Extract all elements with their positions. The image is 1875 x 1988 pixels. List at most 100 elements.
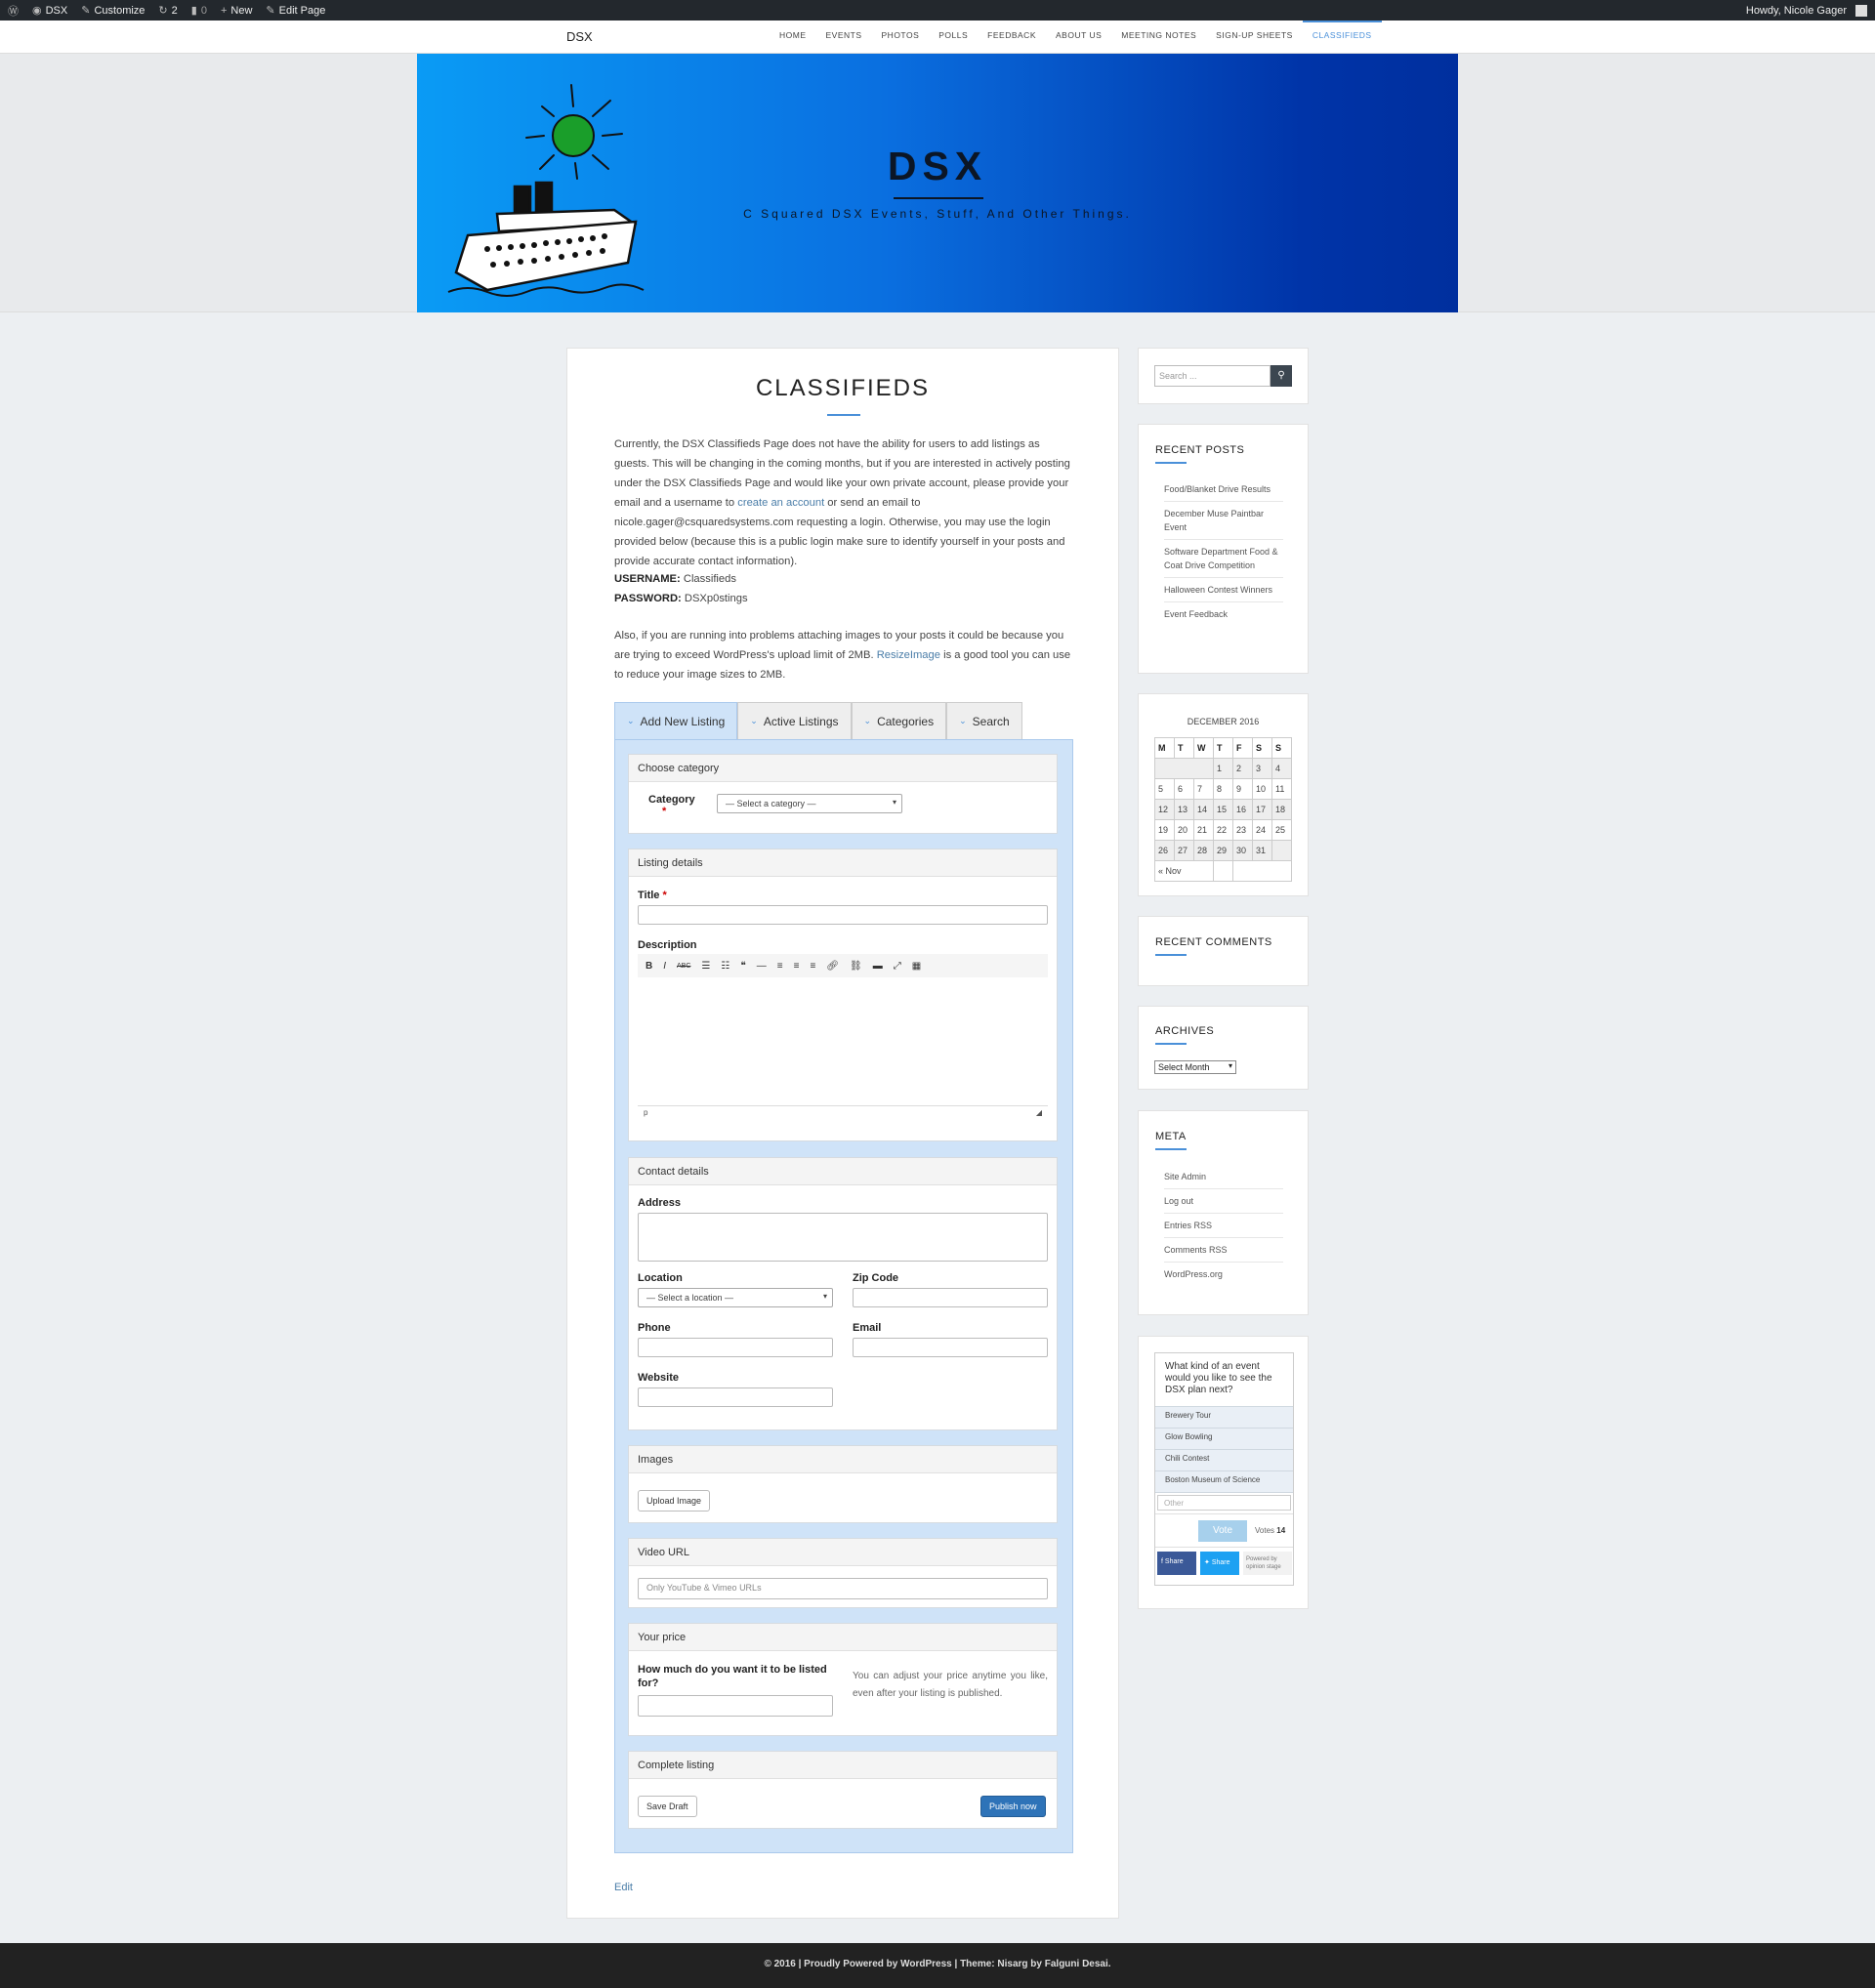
address-textarea[interactable] — [638, 1213, 1048, 1262]
admin-site-link[interactable]: ◉ DSX — [32, 4, 67, 18]
menu-item-polls[interactable]: POLLS — [929, 21, 978, 54]
list-item[interactable]: Comments RSS — [1164, 1238, 1283, 1263]
email-input[interactable] — [853, 1338, 1048, 1357]
list-item[interactable]: Event Feedback — [1164, 602, 1283, 626]
link-icon[interactable]: 🔗︎ — [826, 961, 839, 972]
site-title[interactable]: DSX — [417, 144, 1458, 189]
phone-input[interactable] — [638, 1338, 833, 1357]
align-right-icon[interactable]: ≡ — [810, 961, 815, 972]
tab-search[interactable]: ⌄ Search — [946, 702, 1022, 739]
admin-bar: Ⓦ ◉ DSX ✎ Customize ↻ 2 ▮ 0 + New ✎ Edit Page … — [0, 0, 1875, 21]
title-input[interactable] — [638, 905, 1048, 925]
create-account-link[interactable]: create an account — [737, 497, 824, 509]
editor-path: p ◢ — [644, 1108, 1042, 1117]
list-item[interactable]: Food/Blanket Drive Results — [1164, 477, 1283, 502]
list-item[interactable]: Log out — [1164, 1189, 1283, 1214]
menu-item-photos[interactable]: PHOTOS — [872, 21, 930, 54]
bold-icon[interactable]: B — [646, 961, 652, 972]
tab-active-listings[interactable]: ⌄ Active Listings — [737, 702, 852, 739]
list-item[interactable]: Halloween Contest Winners — [1164, 578, 1283, 602]
plus-icon: + — [220, 4, 228, 17]
archives-select[interactable]: Select Month ▾ — [1154, 1060, 1236, 1074]
category-select[interactable]: — Select a category — ▾ — [717, 794, 902, 813]
menu-item-feedback[interactable]: FEEDBACK — [978, 21, 1046, 54]
tab-add-new-listing[interactable]: ⌄ Add New Listing — [614, 702, 738, 739]
page-title-underline — [827, 414, 860, 416]
poll-option[interactable]: Boston Museum of Science — [1155, 1470, 1293, 1492]
description-label: Description — [638, 939, 697, 951]
poll-box: What kind of an event would you like to … — [1154, 1352, 1294, 1586]
title-label: Title * — [638, 890, 667, 901]
zip-code-input[interactable] — [853, 1288, 1048, 1307]
edit-page-link[interactable]: Edit — [614, 1882, 633, 1893]
facebook-icon: f — [1161, 1558, 1163, 1565]
list-item[interactable]: Entries RSS — [1164, 1214, 1283, 1238]
admin-new-link[interactable]: + New — [221, 5, 252, 17]
menu-item-events[interactable]: EVENTS — [816, 21, 872, 54]
resize-image-link[interactable]: ResizeImage — [877, 649, 940, 661]
align-center-icon[interactable]: ≡ — [794, 961, 800, 972]
video-url-input[interactable]: Only YouTube & Vimeo URLs — [638, 1578, 1048, 1599]
menu-item-about-us[interactable]: ABOUT US — [1046, 21, 1111, 54]
publish-button[interactable]: Publish now — [980, 1796, 1046, 1817]
menu-item-meeting-notes[interactable]: MEETING NOTES — [1111, 21, 1206, 54]
poll-option[interactable]: Glow Bowling — [1155, 1428, 1293, 1449]
comment-icon: ▮ — [190, 5, 197, 17]
nav-brand[interactable]: DSX — [566, 29, 593, 44]
admin-comments-link[interactable]: ▮ 0 — [190, 4, 207, 18]
align-left-icon[interactable]: ≡ — [777, 961, 783, 972]
menu-item-home[interactable]: HOME — [770, 21, 816, 54]
price-input[interactable] — [638, 1695, 833, 1717]
save-draft-button[interactable]: Save Draft — [638, 1796, 697, 1817]
list-item[interactable]: Software Department Food & Coat Drive Co… — [1164, 540, 1283, 578]
poll-other-input[interactable]: Other — [1157, 1495, 1291, 1511]
admin-edit-page-link[interactable]: ✎ Edit Page — [266, 4, 325, 18]
chevron-down-icon: ⌄ — [863, 716, 872, 725]
resize-handle-icon[interactable]: ◢ — [1036, 1108, 1042, 1117]
list-item[interactable]: December Muse Paintbar Event — [1164, 502, 1283, 540]
wordpress-logo-icon[interactable]: Ⓦ — [8, 3, 19, 19]
archives-title: ARCHIVES — [1155, 1025, 1215, 1037]
search-icon: ⚲ — [1277, 370, 1285, 381]
website-input[interactable] — [638, 1387, 833, 1407]
italic-icon[interactable]: I — [663, 961, 666, 972]
twitter-share-button[interactable]: ✦ Share — [1200, 1552, 1239, 1575]
poll-question: What kind of an event would you like to … — [1165, 1361, 1272, 1395]
list-item[interactable]: Site Admin — [1164, 1165, 1283, 1189]
admin-customize-link[interactable]: ✎ Customize — [81, 4, 145, 18]
menu-item-sign-up-sheets[interactable]: SIGN-UP SHEETS — [1206, 21, 1303, 54]
dropdown-arrow-icon: ▾ — [1228, 1061, 1232, 1070]
fullscreen-icon[interactable]: ⤢ — [894, 961, 901, 972]
blockquote-icon[interactable]: ❝ — [740, 961, 745, 972]
vote-button[interactable]: Vote — [1198, 1520, 1247, 1542]
location-select[interactable]: — Select a location — ▾ — [638, 1288, 833, 1307]
list-item[interactable]: WordPress.org — [1164, 1263, 1283, 1286]
read-more-icon[interactable]: ▬ — [873, 961, 883, 972]
search-button[interactable]: ⚲ — [1271, 365, 1292, 387]
dropdown-arrow-icon: ▾ — [822, 1292, 827, 1301]
search-input[interactable]: Search ... — [1154, 365, 1271, 387]
recent-posts-list: Food/Blanket Drive Results December Muse… — [1164, 477, 1283, 626]
tab-categories[interactable]: ⌄ Categories — [851, 702, 947, 739]
price-note: You can adjust your price anytime you li… — [853, 1671, 1048, 1699]
recent-posts-title: RECENT POSTS — [1155, 444, 1245, 456]
bullet-list-icon[interactable]: ☰ — [701, 961, 710, 972]
poll-option[interactable]: Brewery Tour — [1155, 1406, 1293, 1428]
horizontal-rule-icon[interactable]: — — [757, 961, 767, 972]
toolbar-toggle-icon[interactable]: ▦ — [912, 961, 921, 972]
calendar-prev-link[interactable]: « Nov — [1154, 860, 1214, 882]
unlink-icon[interactable]: ⛓ — [850, 961, 862, 972]
chevron-down-icon: ⌄ — [627, 716, 635, 725]
strikethrough-icon[interactable]: ABC — [677, 963, 690, 970]
poll-option[interactable]: Chili Contest — [1155, 1449, 1293, 1470]
numbered-list-icon[interactable]: ☷ — [721, 961, 729, 972]
upload-image-button[interactable]: Upload Image — [638, 1490, 711, 1512]
facebook-share-button[interactable]: f Share — [1157, 1552, 1196, 1575]
admin-updates-link[interactable]: ↻ 2 — [158, 4, 177, 18]
admin-account-menu[interactable]: Howdy, Nicole Gager — [1746, 4, 1867, 17]
pencil-icon: ✎ — [266, 5, 275, 17]
opinion-stage-logo[interactable]: Powered by opinion stage — [1243, 1552, 1292, 1575]
search-widget: Search ... ⚲ — [1138, 348, 1309, 404]
description-editor[interactable] — [638, 977, 1048, 1106]
menu-item-classifieds[interactable]: CLASSIFIEDS — [1302, 21, 1382, 54]
